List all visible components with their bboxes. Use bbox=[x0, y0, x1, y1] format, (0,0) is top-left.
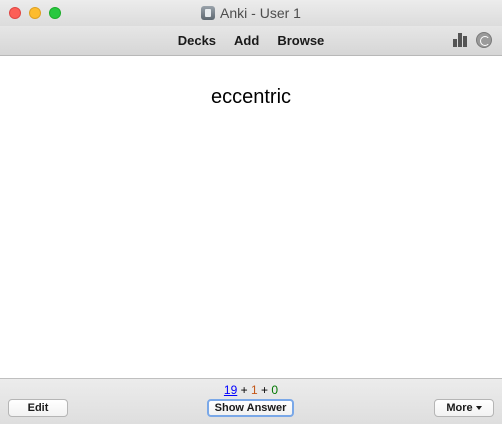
nav-add[interactable]: Add bbox=[234, 33, 259, 48]
anki-window: Anki - User 1 Decks Add Browse eccentric… bbox=[0, 0, 502, 424]
main-toolbar: Decks Add Browse bbox=[0, 26, 502, 56]
more-button-label: More bbox=[446, 402, 473, 414]
stats-icon-bar bbox=[458, 33, 462, 47]
show-answer-button[interactable]: Show Answer bbox=[207, 399, 294, 417]
stats-icon-bar bbox=[453, 39, 457, 47]
due-counts: 19 + 1 + 0 bbox=[0, 383, 502, 397]
edit-button-label: Edit bbox=[27, 402, 49, 414]
sync-icon[interactable] bbox=[476, 32, 492, 48]
chevron-down-icon bbox=[475, 406, 482, 410]
review-bottom-bar: 19 + 1 + 0 Edit Show Answer More bbox=[0, 378, 502, 424]
window-title: Anki - User 1 bbox=[220, 5, 301, 21]
nav-browse[interactable]: Browse bbox=[277, 33, 324, 48]
nav-decks[interactable]: Decks bbox=[178, 33, 216, 48]
count-separator: + bbox=[240, 383, 248, 397]
minimize-window-button[interactable] bbox=[29, 7, 41, 19]
title-bar[interactable]: Anki - User 1 bbox=[0, 0, 502, 26]
stats-icon-bar bbox=[463, 36, 467, 47]
count-separator: + bbox=[261, 383, 269, 397]
new-count: 19 bbox=[223, 383, 238, 397]
learn-count: 1 bbox=[250, 383, 258, 397]
window-title-group: Anki - User 1 bbox=[201, 5, 301, 21]
show-answer-label: Show Answer bbox=[214, 402, 287, 414]
review-count: 0 bbox=[271, 383, 279, 397]
stats-icon[interactable] bbox=[453, 33, 469, 47]
card-front-text: eccentric bbox=[210, 86, 292, 108]
more-button[interactable]: More bbox=[434, 399, 494, 417]
edit-button[interactable]: Edit bbox=[8, 399, 68, 417]
zoom-window-button[interactable] bbox=[49, 7, 61, 19]
toolbar-nav: Decks Add Browse bbox=[0, 26, 502, 55]
card-view: eccentric bbox=[0, 56, 502, 378]
close-window-button[interactable] bbox=[9, 7, 21, 19]
anki-app-icon bbox=[201, 6, 216, 20]
